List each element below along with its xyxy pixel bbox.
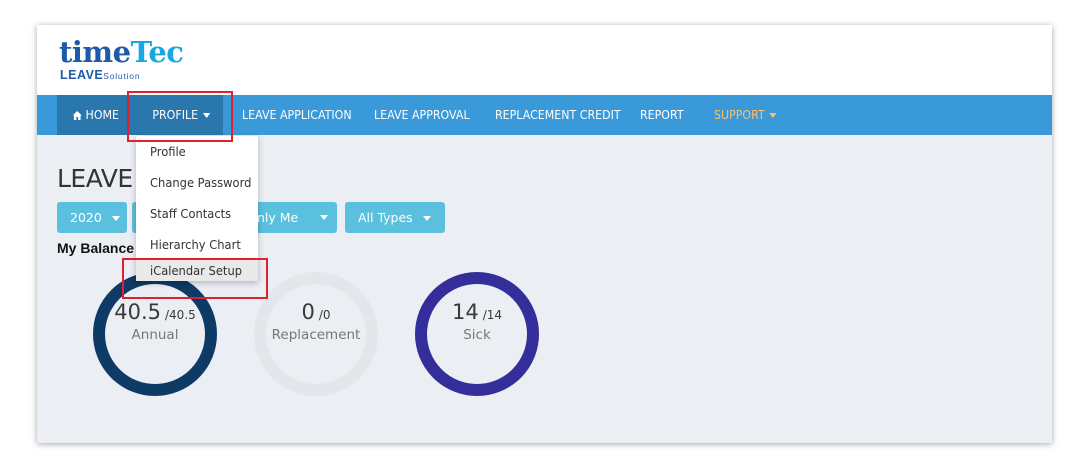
- nav-profile-label: PROFILE: [152, 108, 199, 122]
- app-window: timeTec LEAVESolution HOME PROFILE LEAVE…: [37, 25, 1052, 443]
- balance-card-sick[interactable]: 14/14 Sick: [414, 271, 540, 397]
- menu-item-change-password[interactable]: Change Password: [136, 167, 258, 198]
- balance-heading: My Balance: [57, 240, 135, 256]
- chevron-down-icon: [769, 113, 777, 118]
- balance-label: Sick: [463, 327, 491, 343]
- balance-value: 0/0: [301, 300, 331, 324]
- main-navbar: HOME PROFILE LEAVE APPLICATION LEAVE APP…: [37, 95, 1052, 135]
- home-icon: [72, 111, 82, 120]
- balance-value: 40.5/40.5: [114, 300, 196, 324]
- chevron-down-icon: [202, 113, 211, 118]
- profile-dropdown-menu: Profile Change Password Staff Contacts H…: [136, 136, 258, 281]
- balance-value: 14/14: [451, 300, 503, 324]
- menu-item-hierarchy-chart[interactable]: Hierarchy Chart: [136, 229, 258, 260]
- year-filter-label: 2020: [70, 210, 102, 225]
- balance-card-annual[interactable]: 40.5/40.5 Annual: [92, 271, 218, 397]
- nav-home[interactable]: HOME: [57, 95, 133, 135]
- timetec-logo[interactable]: timeTec LEAVESolution: [59, 35, 184, 85]
- menu-item-profile[interactable]: Profile: [136, 136, 258, 167]
- menu-item-icalendar-setup[interactable]: iCalendar Setup: [136, 260, 258, 281]
- balance-label: Replacement: [271, 327, 361, 343]
- balance-label: Annual: [131, 327, 179, 343]
- year-filter-button[interactable]: 2020: [57, 202, 127, 233]
- nav-home-label: HOME: [85, 108, 120, 122]
- nav-replacement-credit[interactable]: REPLACEMENT CREDIT: [495, 95, 621, 135]
- type-filter-button[interactable]: All Types: [345, 202, 445, 233]
- header: timeTec LEAVESolution: [37, 25, 1052, 95]
- nav-profile[interactable]: PROFILE: [133, 95, 223, 135]
- chevron-down-icon: [320, 215, 328, 220]
- nav-support[interactable]: SUPPORT: [714, 95, 777, 135]
- chevron-down-icon: [422, 216, 431, 221]
- type-filter-label: All Types: [358, 210, 413, 225]
- logo-subtitle: LEAVESolution: [60, 68, 141, 82]
- nav-leave-application[interactable]: LEAVE APPLICATION: [242, 95, 352, 135]
- balance-card-replacement[interactable]: 0/0 Replacement: [253, 271, 379, 397]
- nav-leave-approval[interactable]: LEAVE APPROVAL: [374, 95, 470, 135]
- nav-report[interactable]: REPORT: [640, 95, 684, 135]
- logo-wordmark: timeTec: [59, 35, 184, 69]
- nav-support-label: SUPPORT: [714, 108, 765, 122]
- chevron-down-icon: [111, 216, 120, 221]
- menu-item-staff-contacts[interactable]: Staff Contacts: [136, 198, 258, 229]
- scope-filter-label: nly Me: [257, 210, 299, 225]
